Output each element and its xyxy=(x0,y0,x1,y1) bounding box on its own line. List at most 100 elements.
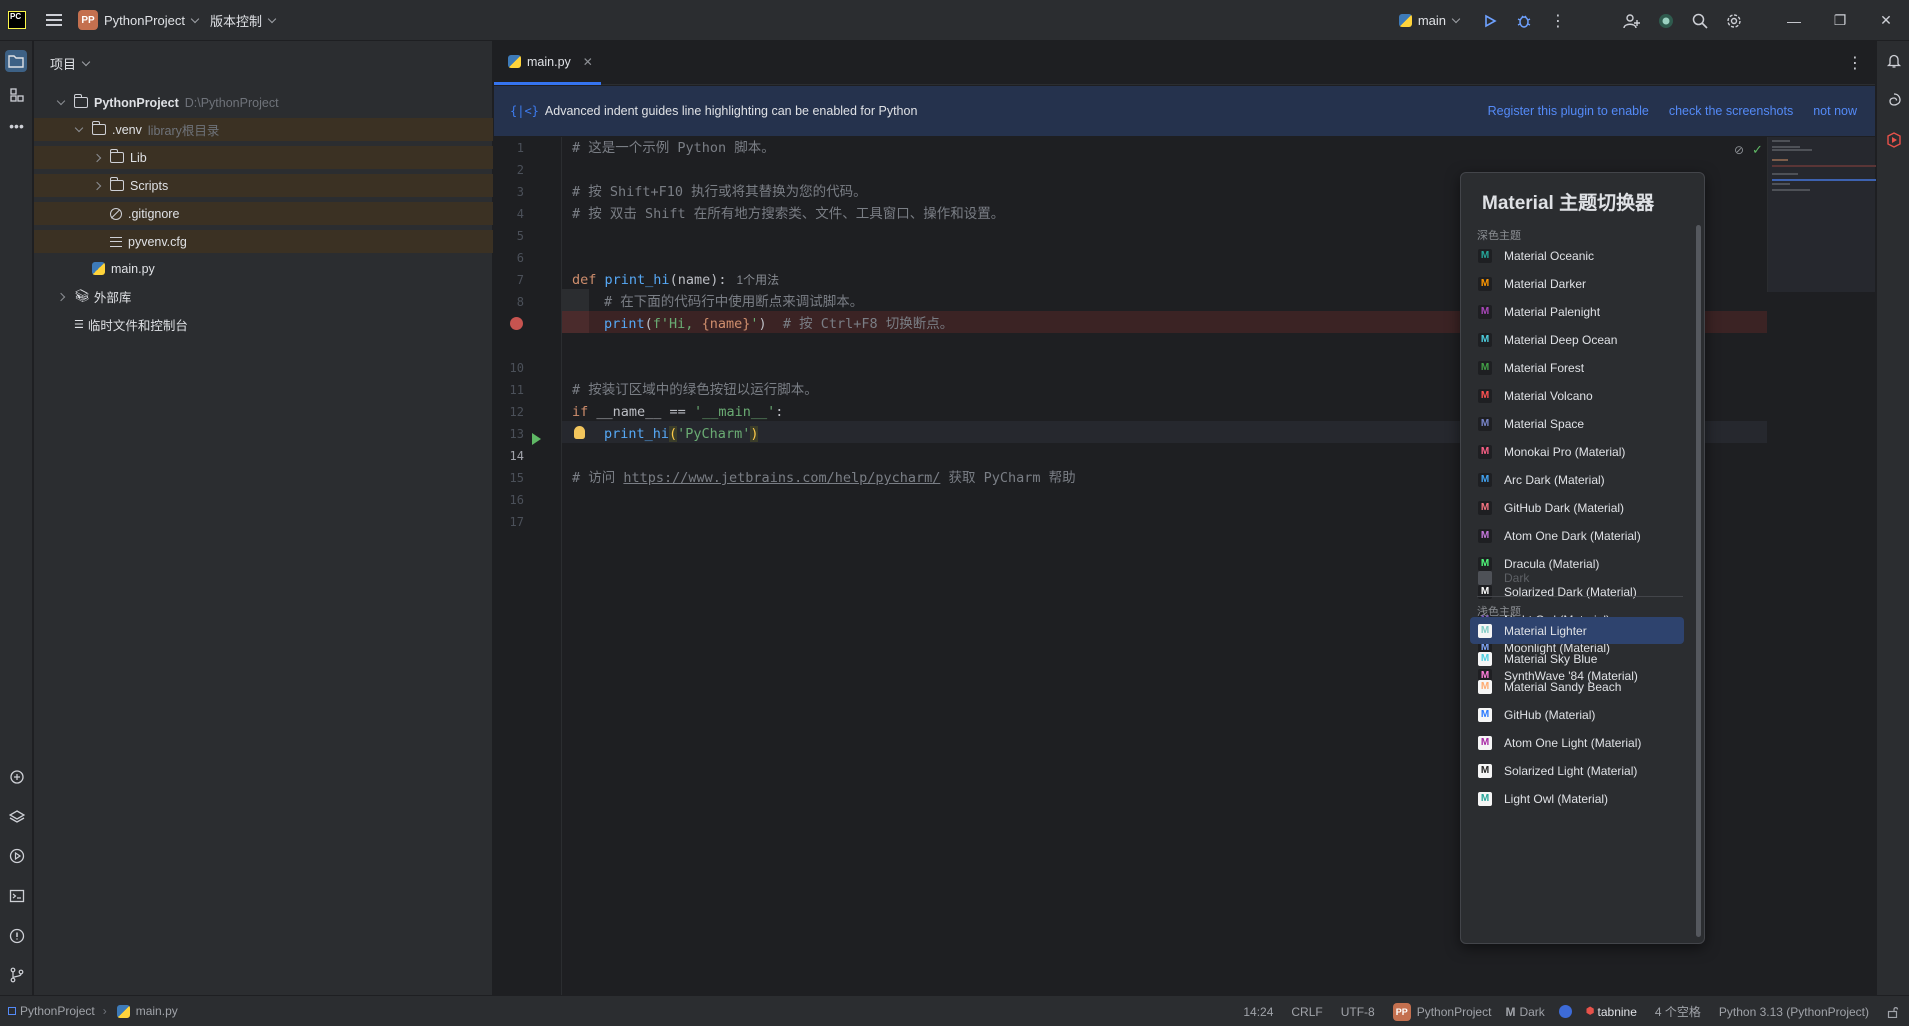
search-everywhere-button[interactable] xyxy=(1685,6,1715,36)
python-file-icon xyxy=(116,1004,130,1018)
register-plugin-link[interactable]: Register this plugin to enable xyxy=(1488,104,1649,118)
tree-item-lib[interactable]: Lib xyxy=(34,146,493,169)
more-actions-button[interactable]: ⋮ xyxy=(1543,6,1573,36)
main-menu-icon[interactable] xyxy=(46,14,62,26)
tree-item-venv[interactable]: .venv library根目录 xyxy=(34,118,493,141)
theme-item[interactable]: M Material Darker xyxy=(1470,270,1684,297)
run-config-selector[interactable]: main xyxy=(1393,7,1465,35)
material-theme-icon: M xyxy=(1478,332,1492,347)
line-number: 8 xyxy=(516,295,524,309)
swirl-icon xyxy=(1888,92,1901,106)
theme-label: Light Owl (Material) xyxy=(1504,791,1609,806)
run-button[interactable] xyxy=(1475,6,1505,36)
tree-item-gitignore[interactable]: .gitignore xyxy=(34,202,493,225)
project-tool-button[interactable] xyxy=(5,50,27,72)
read-only-toggle[interactable] xyxy=(1887,1006,1899,1018)
interpreter-indicator[interactable]: Python 3.13 (PythonProject) xyxy=(1719,1005,1869,1019)
breadcrumb-file[interactable]: main.py xyxy=(116,1004,178,1018)
problems-tool-button[interactable] xyxy=(6,925,27,946)
theme-item[interactable]: M Material Palenight xyxy=(1470,298,1684,325)
debug-button[interactable] xyxy=(1509,6,1539,36)
project-switcher[interactable]: PP PythonProject xyxy=(72,6,204,34)
bug-icon xyxy=(1517,15,1531,28)
theme-indicator[interactable]: M Dark xyxy=(1505,1005,1544,1019)
settings-button[interactable] xyxy=(1719,6,1749,36)
line-separator[interactable]: CRLF xyxy=(1291,1005,1322,1019)
tree-item-pyvenv-cfg[interactable]: pyvenv.cfg xyxy=(34,230,493,253)
popup-scrollbar[interactable] xyxy=(1696,225,1701,937)
close-button[interactable]: ✕ xyxy=(1863,0,1909,41)
material-theme-icon: M xyxy=(1478,472,1492,487)
git-tool-button[interactable] xyxy=(6,964,27,985)
tree-item-external-libraries[interactable]: 📚︎ 外部库 xyxy=(34,285,493,308)
collapse-icon xyxy=(92,153,102,162)
file-encoding[interactable]: UTF-8 xyxy=(1341,1005,1375,1019)
project-panel-header[interactable]: 项目 xyxy=(34,41,492,85)
theme-item[interactable]: M Arc Dark (Material) xyxy=(1470,466,1684,493)
tab-main-py[interactable]: main.py ✕ xyxy=(494,41,601,85)
editor-gutter[interactable]: 1 2 3 4 5 6 7 8 10 11 12 13 14 15 16 17 xyxy=(494,137,562,995)
theme-item[interactable]: M Material Deep Ocean xyxy=(1470,326,1684,353)
minimap[interactable] xyxy=(1767,137,1876,292)
tabnine-indicator[interactable]: ⬢ tabnine xyxy=(1586,1005,1637,1019)
ai-assistant-button[interactable] xyxy=(1651,6,1681,36)
minimize-button[interactable]: — xyxy=(1771,0,1817,41)
theme-item[interactable]: M Light Owl (Material) xyxy=(1470,785,1684,812)
theme-item[interactable]: M Solarized Light (Material) xyxy=(1470,757,1684,784)
breadcrumb-project[interactable]: PythonProject xyxy=(8,1004,95,1018)
indent-guide xyxy=(562,289,589,311)
reader-mode-icon[interactable]: ⊘ xyxy=(1734,143,1744,157)
help-url-link[interactable]: https://www.jetbrains.com/help/pycharm/ xyxy=(623,470,940,486)
code-text: (name): xyxy=(669,272,727,288)
tree-item-scripts[interactable]: Scripts xyxy=(34,174,493,197)
minimap-line xyxy=(1772,140,1790,142)
tree-item-main-py[interactable]: main.py xyxy=(34,257,493,280)
theme-item[interactable]: M GitHub (Material) xyxy=(1470,701,1684,728)
chevron-down-icon xyxy=(267,14,277,23)
tree-item-scratches[interactable]: ☰ 临时文件和控制台 xyxy=(34,313,493,336)
usages-hint[interactable]: 1个用法 xyxy=(736,273,779,287)
terminal-tool-button[interactable] xyxy=(6,885,27,906)
theme-item[interactable]: M Material Space xyxy=(1470,410,1684,437)
python-file-icon xyxy=(508,55,521,68)
services-tool-button[interactable] xyxy=(6,845,27,866)
ai-chat-button[interactable] xyxy=(1883,89,1904,110)
theme-item[interactable]: M Atom One Dark (Material) xyxy=(1470,522,1684,549)
notifications-button[interactable] xyxy=(1883,50,1904,71)
theme-label: GitHub Dark (Material) xyxy=(1504,500,1625,515)
intention-bulb-icon[interactable] xyxy=(574,426,585,439)
ai-status-indicator[interactable] xyxy=(1558,1005,1572,1018)
more-tools-button[interactable]: ••• xyxy=(6,115,27,136)
tree-item-project-root[interactable]: PythonProject D:\PythonProject xyxy=(34,91,493,114)
theme-icon xyxy=(1478,570,1492,585)
code-with-me-button[interactable] xyxy=(1617,6,1647,36)
close-tab-icon[interactable]: ✕ xyxy=(583,55,593,69)
indent-indicator[interactable]: 4 个空格 xyxy=(1655,1003,1701,1020)
dismiss-banner-link[interactable]: not now xyxy=(1813,104,1857,118)
layers-tool-button[interactable] xyxy=(6,806,27,827)
theme-item[interactable]: M Material Sandy Beach xyxy=(1470,673,1684,700)
problems-icon xyxy=(9,928,24,943)
theme-item[interactable]: M Material Oceanic xyxy=(1470,242,1684,269)
vcs-menu[interactable]: 版本控制 xyxy=(204,6,281,34)
run-gutter-icon[interactable] xyxy=(532,433,542,445)
tab-label: main.py xyxy=(527,54,571,69)
restore-button[interactable]: ❐ xyxy=(1817,0,1863,41)
project-indicator[interactable]: PP PythonProject xyxy=(1392,1002,1491,1021)
structure-tool-button[interactable] xyxy=(6,84,27,105)
theme-item[interactable]: M Material Volcano xyxy=(1470,382,1684,409)
caret-position[interactable]: 14:24 xyxy=(1243,1005,1273,1019)
breakpoint-icon[interactable] xyxy=(510,317,523,330)
theme-item[interactable]: M Material Sky Blue xyxy=(1470,645,1684,672)
no-problems-check-icon[interactable]: ✓ xyxy=(1752,142,1763,158)
theme-item[interactable]: M Atom One Light (Material) xyxy=(1470,729,1684,756)
theme-item[interactable]: M GitHub Dark (Material) xyxy=(1470,494,1684,521)
tab-options-button[interactable]: ⋮ xyxy=(1847,53,1863,73)
codeium-button[interactable] xyxy=(1883,129,1904,150)
theme-item-dark: Dark xyxy=(1470,564,1684,591)
theme-item[interactable]: M Monokai Pro (Material) xyxy=(1470,438,1684,465)
python-packages-button[interactable] xyxy=(6,766,27,787)
theme-item[interactable]: M Material Forest xyxy=(1470,354,1684,381)
check-screenshots-link[interactable]: check the screenshots xyxy=(1669,104,1793,118)
theme-item[interactable]: M Material Lighter xyxy=(1470,617,1684,644)
